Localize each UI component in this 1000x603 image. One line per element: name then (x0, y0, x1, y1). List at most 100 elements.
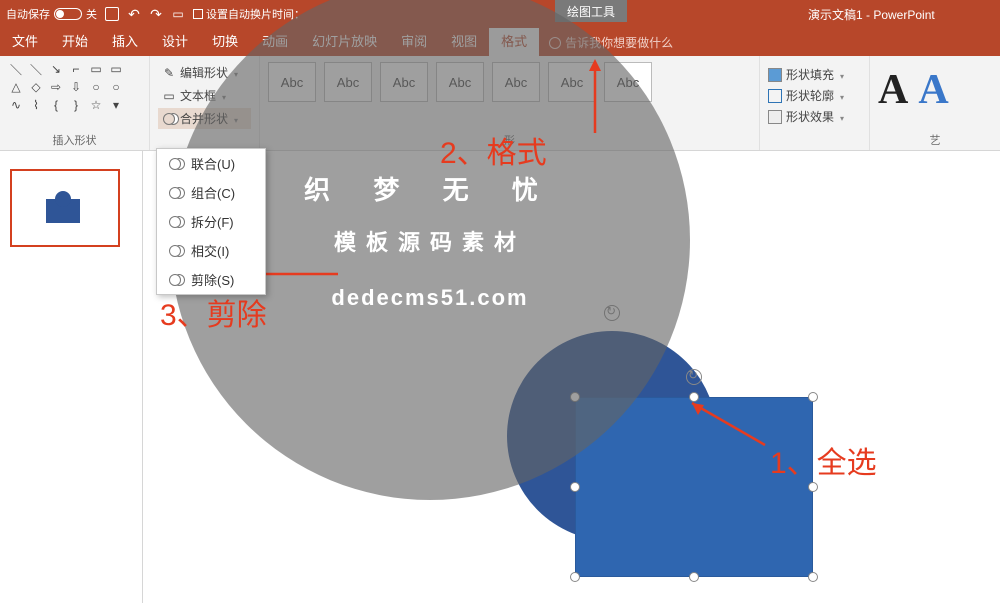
annotation-arrow-1 (680, 395, 770, 450)
tab-format[interactable]: 格式 (489, 26, 539, 56)
brace-icon[interactable]: } (68, 98, 84, 112)
ribbon-tabs: 文件 开始 插入 设计 切换 动画 幻灯片放映 审阅 视图 格式 告诉我你想要做… (0, 28, 1000, 56)
fragment-icon (167, 214, 183, 230)
annotation-arrow-2 (580, 55, 620, 135)
more-shapes-icon[interactable]: ▾ (108, 98, 124, 112)
star-icon[interactable]: ☆ (88, 98, 104, 112)
shape-fill-label: 形状填充 (786, 66, 834, 83)
shape-style-swatch[interactable]: Abc (268, 62, 316, 102)
shape-outline-button[interactable]: 形状轮廓 (768, 87, 861, 104)
workspace (0, 151, 1000, 603)
line-shape-icon[interactable]: ＼ (8, 62, 24, 76)
tell-me-search[interactable]: 告诉我你想要做什么 (539, 29, 683, 56)
tab-home[interactable]: 开始 (50, 26, 100, 56)
shape-style-swatch[interactable]: Abc (492, 62, 540, 102)
arrow-shape-icon[interactable]: ⇨ (48, 80, 64, 94)
shape-effects-button[interactable]: 形状效果 (768, 108, 861, 125)
wordart-style-a[interactable]: A (918, 66, 948, 114)
merge-union-item[interactable]: 联合(U) (157, 149, 265, 178)
slide-thumbnail-pane[interactable] (0, 151, 143, 603)
annotation-3: 3、剪除 (160, 290, 267, 334)
shape-style-swatch[interactable]: Abc (324, 62, 372, 102)
resize-handle[interactable] (808, 392, 818, 402)
group-label: 插入形状 (8, 130, 141, 148)
merge-combine-item[interactable]: 组合(C) (157, 178, 265, 207)
merge-shapes-button[interactable]: 合并形状 (158, 108, 251, 129)
resize-handle[interactable] (570, 572, 580, 582)
shape-style-swatch[interactable]: Abc (436, 62, 484, 102)
save-icon[interactable] (105, 7, 119, 21)
tab-transitions[interactable]: 切换 (200, 26, 250, 56)
line-arrow-icon[interactable]: ↘ (48, 62, 64, 76)
oval-icon[interactable]: ○ (88, 80, 104, 94)
dropdown-icon (232, 66, 238, 80)
tab-insert[interactable]: 插入 (100, 26, 150, 56)
brace-icon[interactable]: { (48, 98, 64, 112)
line-shape-icon[interactable]: ＼ (28, 62, 44, 76)
checkbox-icon (193, 9, 203, 19)
edit-shape-label: 编辑形状 (180, 64, 228, 81)
shape-gallery-row[interactable]: ∿ ⌇ { } ☆ ▾ (8, 96, 141, 114)
union-icon (167, 156, 183, 172)
shape-fx-group: 形状填充 形状轮廓 形状效果 (760, 56, 870, 150)
resize-handle[interactable] (808, 572, 818, 582)
contextual-tools-label: 绘图工具 (555, 0, 627, 22)
merge-subtract-label: 剪除(S) (191, 270, 234, 289)
tab-animations[interactable]: 动画 (250, 26, 300, 56)
rotate-handle-icon[interactable] (686, 369, 702, 385)
effects-swatch-icon (768, 110, 782, 124)
text-box-label: 文本框 (180, 87, 216, 104)
shape-style-swatch[interactable]: Abc (380, 62, 428, 102)
tab-slideshow[interactable]: 幻灯片放映 (300, 26, 389, 56)
auto-advance-checkbox[interactable]: 设置自动换片时间： (193, 6, 305, 22)
dropdown-icon (232, 112, 238, 126)
merge-intersect-label: 相交(I) (191, 241, 229, 260)
shape-effects-label: 形状效果 (786, 108, 834, 125)
tab-design[interactable]: 设计 (150, 26, 200, 56)
combine-icon (167, 185, 183, 201)
triangle-icon[interactable]: △ (8, 80, 24, 94)
wordart-style-a[interactable]: A (878, 66, 908, 114)
connector-icon[interactable]: ⌐ (68, 62, 84, 76)
arrow-down-icon[interactable]: ⇩ (68, 80, 84, 94)
fill-swatch-icon (768, 68, 782, 82)
freeform-icon[interactable]: ⌇ (28, 98, 44, 112)
tab-review[interactable]: 审阅 (389, 26, 439, 56)
tab-file[interactable]: 文件 (0, 26, 50, 56)
merge-intersect-item[interactable]: 相交(I) (157, 236, 265, 265)
resize-handle[interactable] (808, 482, 818, 492)
lightbulb-icon (549, 37, 561, 49)
resize-handle[interactable] (570, 392, 580, 402)
redo-icon[interactable] (149, 7, 163, 21)
tab-view[interactable]: 视图 (439, 26, 489, 56)
merge-subtract-item[interactable]: 剪除(S) (157, 265, 265, 294)
shape-tools-group: ✎ 编辑形状 ▭ 文本框 合并形状 (150, 56, 260, 150)
rotate-handle-icon[interactable] (604, 305, 620, 321)
diamond-icon[interactable]: ◇ (28, 80, 44, 94)
merge-shapes-menu: 联合(U) 组合(C) 拆分(F) 相交(I) 剪除(S) (156, 148, 266, 295)
insert-shapes-group: ＼ ＼ ↘ ⌐ ▭ ▭ △ ◇ ⇨ ⇩ ○ ○ ∿ ⌇ { } ☆ ▾ 插入形状 (0, 56, 150, 150)
thumbnail-shape-icon (46, 199, 80, 223)
merge-shapes-icon (162, 112, 176, 126)
curve-icon[interactable]: ∿ (8, 98, 24, 112)
slide-canvas[interactable] (143, 151, 1000, 603)
shape-outline-label: 形状轮廓 (786, 87, 834, 104)
resize-handle[interactable] (570, 482, 580, 492)
merge-union-label: 联合(U) (191, 154, 235, 173)
edit-shape-button[interactable]: ✎ 编辑形状 (158, 62, 251, 83)
dropdown-icon (838, 68, 844, 82)
shape-fill-button[interactable]: 形状填充 (768, 66, 861, 83)
oval-icon[interactable]: ○ (108, 80, 124, 94)
undo-icon[interactable] (127, 7, 141, 21)
slide-thumbnail[interactable] (10, 169, 120, 247)
text-box-button[interactable]: ▭ 文本框 (158, 85, 251, 106)
resize-handle[interactable] (689, 572, 699, 582)
shape-gallery-row[interactable]: ＼ ＼ ↘ ⌐ ▭ ▭ (8, 60, 141, 78)
start-from-beginning-icon[interactable] (171, 7, 185, 21)
subtract-icon (167, 272, 183, 288)
rectangle-icon[interactable]: ▭ (108, 62, 124, 76)
shape-gallery-row[interactable]: △ ◇ ⇨ ⇩ ○ ○ (8, 78, 141, 96)
autosave-toggle[interactable]: 自动保存 关 (6, 6, 97, 22)
merge-fragment-item[interactable]: 拆分(F) (157, 207, 265, 236)
rectangle-icon[interactable]: ▭ (88, 62, 104, 76)
